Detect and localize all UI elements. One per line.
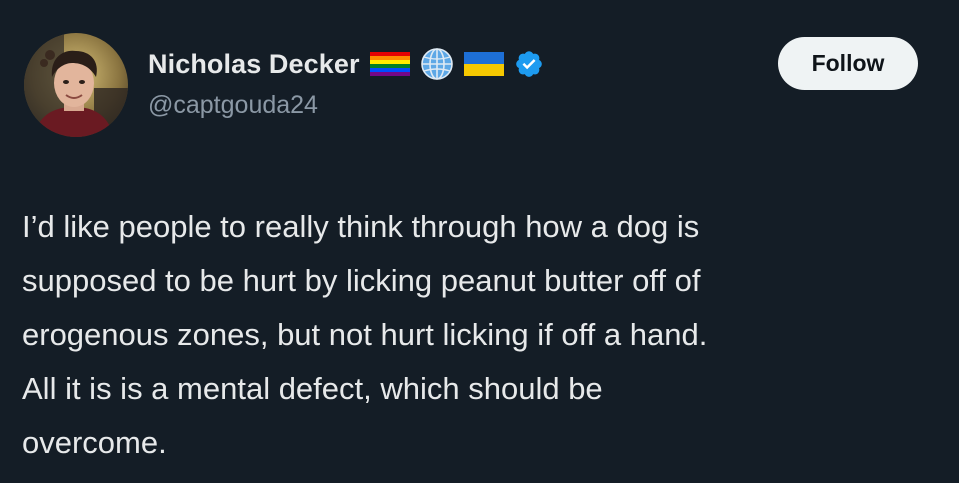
tweet-text: I’d like people to really think through …: [22, 200, 932, 470]
tweet-text-line: supposed to be hurt by licking peanut bu…: [22, 263, 701, 298]
verified-badge-icon: [514, 49, 544, 79]
tweet-text-line: erogenous zones, but not hurt licking if…: [22, 317, 708, 352]
tweet-text-line: overcome.: [22, 425, 167, 460]
tweet-text-line: All it is is a mental defect, which shou…: [22, 371, 603, 406]
globe-icon: [420, 47, 454, 81]
tweet-text-line: I’d like people to really think through …: [22, 209, 700, 244]
ukraine-flag-icon: [463, 52, 504, 76]
author-display-name[interactable]: Nicholas Decker: [148, 49, 360, 80]
rainbow-flag-icon: [369, 52, 410, 76]
tweet-card: Nicholas Decker @captgouda24 Follow I’d …: [0, 0, 959, 483]
author-name-row: Nicholas Decker: [148, 44, 544, 84]
follow-button[interactable]: Follow: [778, 37, 918, 90]
avatar[interactable]: [24, 33, 128, 137]
author-handle[interactable]: @captgouda24: [148, 91, 318, 120]
